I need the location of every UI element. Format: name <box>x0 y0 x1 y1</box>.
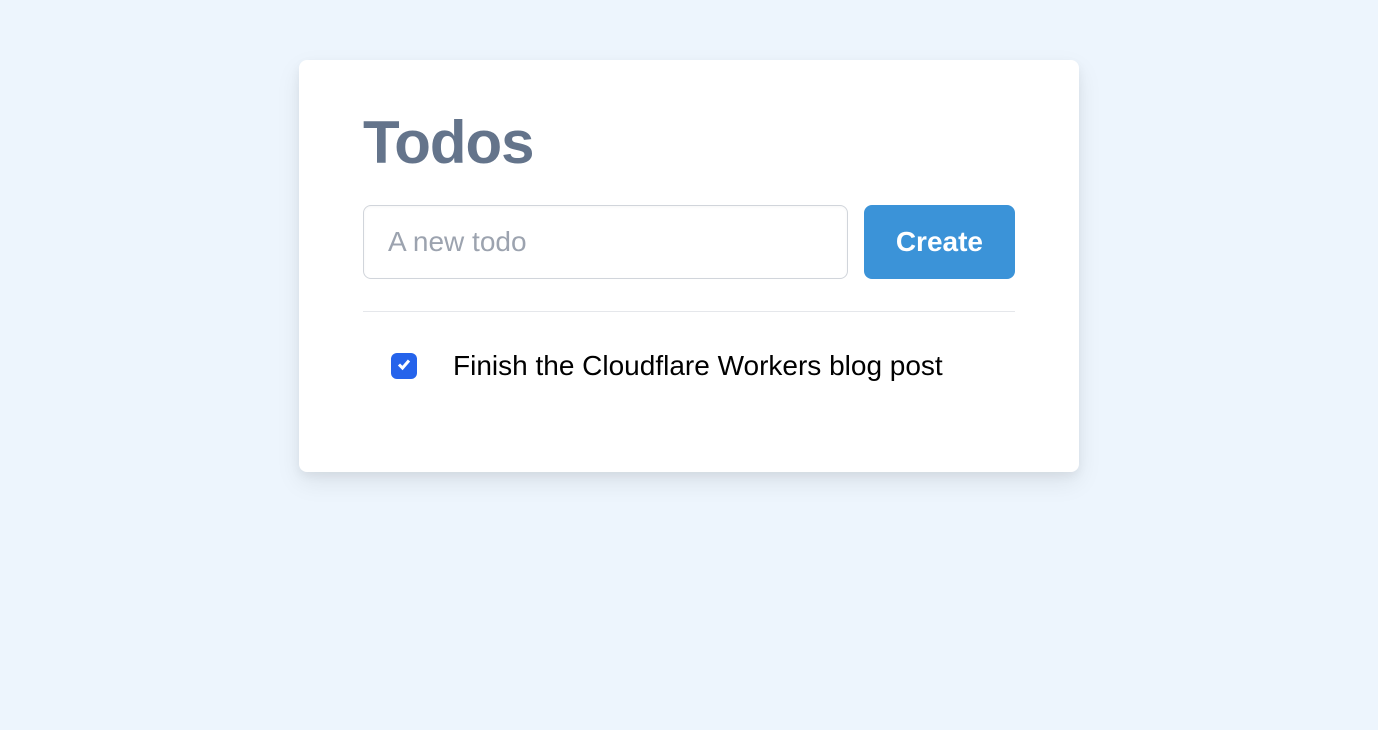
input-row: Create <box>363 205 1015 312</box>
todo-item: Finish the Cloudflare Workers blog post <box>363 340 1015 392</box>
page-title: Todos <box>363 108 1015 177</box>
todo-list: Finish the Cloudflare Workers blog post <box>363 312 1015 392</box>
todo-checkbox[interactable] <box>391 353 417 379</box>
check-icon <box>396 356 412 377</box>
todo-text: Finish the Cloudflare Workers blog post <box>453 348 943 384</box>
create-button[interactable]: Create <box>864 205 1015 279</box>
new-todo-input[interactable] <box>363 205 848 279</box>
todo-card: Todos Create Finish the Cloudflare Worke… <box>299 60 1079 472</box>
